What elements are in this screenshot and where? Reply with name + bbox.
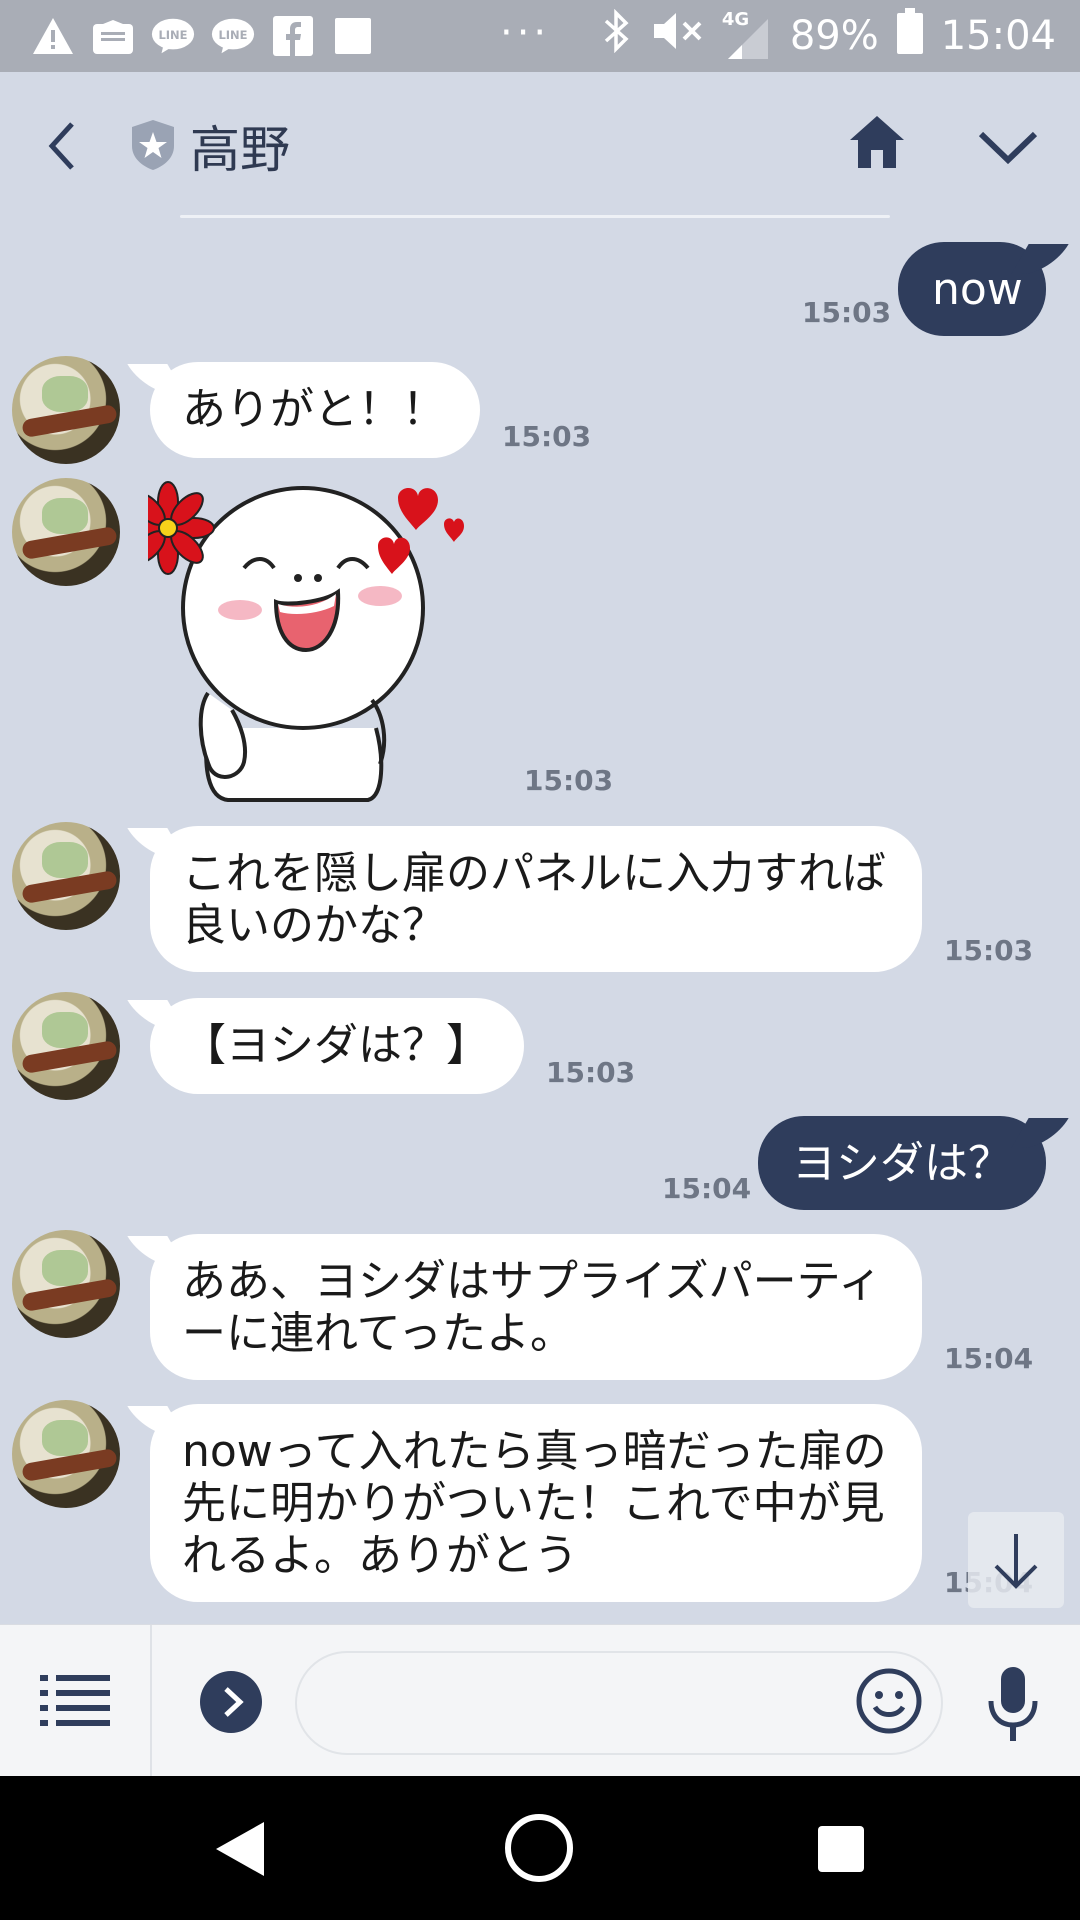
shield-star-icon — [130, 118, 176, 172]
avatar[interactable] — [12, 356, 120, 464]
menu-list-icon[interactable] — [40, 1673, 110, 1729]
incoming-message[interactable]: これを隠し扉のパネルに入力すれば良いのかな？ — [150, 826, 922, 972]
emoji-icon[interactable] — [855, 1667, 923, 1735]
message-time: 15:03 — [546, 1056, 636, 1089]
chat-header: 高野 — [0, 72, 1080, 212]
message-time: 15:03 — [502, 420, 592, 453]
message-text: ヨシダは？ — [792, 1138, 1012, 1189]
svg-text:LINE: LINE — [158, 28, 187, 42]
sticker-image[interactable] — [121, 478, 488, 802]
battery-percent: 89% — [789, 13, 879, 59]
warning-icon — [30, 14, 76, 58]
message-time: 15:03 — [802, 296, 892, 329]
message-time: 15:03 — [944, 934, 1034, 967]
square-icon — [330, 14, 376, 58]
signal-icon: 4G — [722, 9, 772, 61]
avatar[interactable] — [12, 478, 120, 586]
incoming-message[interactable]: 【ヨシダは？】 — [150, 998, 524, 1094]
outgoing-message[interactable]: now — [898, 242, 1046, 336]
bluetooth-icon — [602, 8, 632, 63]
message-text: now — [932, 264, 1023, 315]
battery-icon — [896, 8, 923, 64]
mail-icon — [90, 14, 136, 58]
line-icon: LINE — [210, 14, 256, 58]
arrow-down-icon — [968, 1534, 1064, 1612]
nav-back-icon[interactable] — [212, 1818, 272, 1880]
avatar[interactable] — [12, 1400, 120, 1508]
microphone-icon[interactable] — [985, 1665, 1041, 1745]
incoming-message[interactable]: nowって入れたら真っ暗だった扉の先に明かりがついた！これで中が見れるよ。ありが… — [150, 1404, 922, 1602]
svg-text:LINE: LINE — [218, 28, 247, 42]
message-time: 15:04 — [662, 1172, 752, 1205]
nav-recents-icon[interactable] — [818, 1826, 864, 1872]
more-notifications-indicator: ··· — [500, 10, 551, 56]
message-text: 【ヨシダは？】 — [182, 1020, 490, 1071]
back-chevron-icon[interactable] — [40, 116, 90, 176]
avatar[interactable] — [12, 822, 120, 930]
message-text: nowって入れたら真っ暗だった扉の先に明かりがついた！これで中が見れるよ。ありが… — [182, 1426, 887, 1581]
message-time: 15:03 — [524, 764, 614, 797]
clock: 15:04 — [940, 13, 1056, 59]
system-navigation-bar — [0, 1776, 1080, 1920]
message-text: ありがと！！ — [182, 384, 446, 435]
scroll-to-bottom-button[interactable] — [968, 1512, 1064, 1608]
status-bar: LINE LINE ··· 4G 89% 15:04 — [0, 0, 1080, 72]
message-text: ああ、ヨシダはサプライズパーティーに連れてったよ。 — [182, 1256, 883, 1359]
outgoing-message[interactable]: ヨシダは？ — [758, 1116, 1046, 1210]
message-text: これを隠し扉のパネルに入力すれば良いのかな？ — [182, 848, 886, 951]
nav-home-icon[interactable] — [505, 1814, 573, 1882]
avatar[interactable] — [12, 992, 120, 1100]
incoming-message[interactable]: ああ、ヨシダはサプライズパーティーに連れてったよ。 — [150, 1234, 922, 1380]
facebook-icon — [270, 14, 316, 58]
message-input[interactable] — [295, 1651, 943, 1755]
chevron-down-icon[interactable] — [975, 126, 1041, 166]
chat-title: 高野 — [190, 121, 290, 179]
message-input-bar — [0, 1624, 1080, 1777]
previous-message-edge — [180, 215, 890, 218]
message-time: 15:04 — [944, 1342, 1034, 1375]
avatar[interactable] — [12, 1230, 120, 1338]
home-icon[interactable] — [848, 114, 906, 170]
incoming-message[interactable]: ありがと！！ — [150, 362, 480, 458]
divider — [150, 1625, 152, 1777]
mute-icon — [650, 9, 704, 63]
line-icon: LINE — [150, 14, 196, 58]
expand-chevron-icon[interactable] — [200, 1671, 262, 1733]
